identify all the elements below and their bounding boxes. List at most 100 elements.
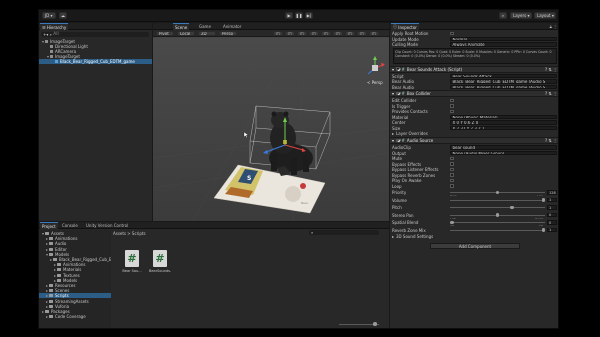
component-menu-icon[interactable]: ? ⇅ ⋮ <box>545 67 557 72</box>
scene-toggle-icon[interactable]: ◫ <box>333 31 343 36</box>
slider-value[interactable]: 1 <box>547 205 557 210</box>
chevron-down-icon[interactable]: ▾ <box>392 138 394 143</box>
field-checkbox[interactable] <box>450 167 454 172</box>
field-checkbox[interactable] <box>450 156 454 161</box>
component-header[interactable]: ▾ # Bear Sounds Attack (Script) ? ⇅ ⋮ <box>390 65 558 73</box>
field-value-box[interactable]: Black_Bear_Rigged_Cub_EDTM_game (Audio S <box>450 84 557 90</box>
tab-hierarchy[interactable]: ☰ Hierarchy <box>40 23 69 30</box>
tab-project[interactable]: Project <box>40 222 58 229</box>
chevron-down-icon[interactable]: ▾ <box>392 67 394 72</box>
search-icon[interactable]: ⌕ <box>499 12 507 19</box>
slider-knob[interactable] <box>510 205 514 210</box>
tab-scene[interactable]: Scene <box>173 23 190 30</box>
slider-value[interactable]: 0 <box>547 212 557 218</box>
slider-knob[interactable] <box>495 213 500 217</box>
tab-animator[interactable]: Animator <box>221 23 243 30</box>
field-value-box[interactable]: None (Physic Material) <box>450 114 557 120</box>
field-checkbox[interactable] <box>450 162 454 166</box>
slider[interactable]: 128HighLow <box>450 190 557 196</box>
scene-viewport[interactable]: S Bear < Persp <box>153 38 389 221</box>
breadcrumb-text[interactable]: Assets > Scripts <box>113 231 146 236</box>
field-value-box[interactable]: Black_Bear_Rigged_Cub_EDTM_game (Audio S <box>450 79 557 84</box>
slider-value[interactable]: 1 <box>547 197 557 203</box>
layers-label: Layers <box>513 13 527 18</box>
csharp-script-icon: # <box>153 250 167 267</box>
step-icon[interactable]: ▶| <box>305 12 313 19</box>
scene-toggle-icon[interactable]: ◫ <box>357 31 367 36</box>
field-value-box[interactable]: None (Audio Mixer Group) <box>450 150 557 156</box>
field-value-box[interactable]: X 0 Y 0.6 Z 0 <box>450 120 557 125</box>
slider-knob[interactable] <box>541 228 545 232</box>
field-checkbox[interactable] <box>450 109 454 114</box>
component-enabled-checkbox[interactable] <box>396 138 400 143</box>
component-menu-icon[interactable]: ? ⇅ ⋮ <box>545 91 557 96</box>
scene-toggle-icon[interactable]: ◫ <box>369 31 379 36</box>
script-asset[interactable]: # BearSounds... <box>149 250 171 278</box>
component-enabled-checkbox[interactable] <box>396 67 400 71</box>
slider[interactable]: 1 <box>450 205 557 210</box>
slider[interactable]: 1 <box>450 197 557 203</box>
tab-game[interactable]: Game <box>197 23 213 30</box>
script-asset[interactable]: # Bear Sou... <box>121 250 143 278</box>
foldout[interactable]: ▸ 3D Sound Settings <box>392 234 557 239</box>
hierarchy-item[interactable]: Black_Bear_Rigged_Cub_EDTM_game <box>39 59 152 64</box>
field-checkbox[interactable] <box>450 31 454 36</box>
scene-toolbar-pivot[interactable]: Pivot <box>156 31 174 36</box>
field-checkbox[interactable] <box>450 173 454 177</box>
zoom-slider-knob[interactable] <box>373 322 377 326</box>
field-value: Black_Bear_Rigged_Cub_EDTM_game (Audio S <box>452 84 546 90</box>
foldout[interactable]: ▸ Layer Overrides <box>392 131 557 136</box>
zoom-slider[interactable] <box>339 322 383 326</box>
field-checkbox[interactable] <box>450 104 454 108</box>
slider[interactable]: 1 <box>450 227 557 233</box>
component-header[interactable]: ▾ # Audio Source ? ⇅ ⋮ <box>390 137 558 144</box>
tab-inspector[interactable]: ⓘ Inspector <box>391 23 419 30</box>
field-checkbox[interactable] <box>450 184 454 188</box>
scene-toggle-icon[interactable]: ◫ <box>321 31 331 36</box>
play-icon[interactable]: ▶ <box>285 12 293 19</box>
layout-dropdown[interactable]: Layout ▾ <box>534 12 556 19</box>
slider-value[interactable]: 0 <box>547 220 557 225</box>
cloud-icon[interactable]: ☁ <box>59 12 67 19</box>
field-dropdown[interactable]: Normal <box>450 36 557 42</box>
target-card-letter: S <box>247 175 251 182</box>
component-header[interactable]: ▾ # Box Collider ? ⇅ ⋮ <box>390 90 558 97</box>
field-label: Provides Contacts <box>392 109 428 114</box>
scene-toolbar-2d[interactable]: 2D <box>198 31 216 36</box>
scene-toggle-icon[interactable]: ◫ <box>345 31 355 36</box>
field-dropdown[interactable]: Always Animate <box>450 42 557 47</box>
project-search-input[interactable]: ⌕ <box>309 230 379 235</box>
component-enabled-checkbox[interactable] <box>396 91 400 96</box>
scene-toggle-icon[interactable]: ◫ <box>309 31 319 36</box>
lock-icon[interactable]: 🔒︎ ⋮ <box>550 24 557 29</box>
slider[interactable]: 0LeftRight <box>450 212 557 219</box>
field-checkbox[interactable] <box>450 98 454 103</box>
field-value-box[interactable]: X 2.37 Y 2.3 Z 1 <box>450 125 557 131</box>
slider-value[interactable]: 128 <box>547 190 557 195</box>
component-icon: # <box>401 91 405 96</box>
folder-item[interactable]: ▸ Code Coverage <box>39 314 111 319</box>
field-checkbox[interactable] <box>450 178 454 183</box>
slider-knob[interactable] <box>495 190 500 195</box>
add-component-button[interactable]: Add Component <box>430 243 520 249</box>
layers-dropdown[interactable]: Layers ▾ <box>510 12 532 19</box>
slider[interactable]: 02D3D <box>450 220 557 226</box>
field-value-box[interactable]: Bear Sounds Attack <box>450 73 557 79</box>
scene-toolbar-persp[interactable]: Persp <box>219 31 237 36</box>
scene-toggle-icon[interactable]: ◫ <box>273 31 283 36</box>
slider-value[interactable]: 1 <box>547 227 557 233</box>
field-value-box[interactable]: bear sound <box>450 145 557 150</box>
account-dropdown[interactable]: JD ▾ <box>42 12 56 19</box>
slider-knob[interactable] <box>541 198 545 202</box>
tab-console[interactable]: Console <box>60 222 80 229</box>
scene-toggle-icon[interactable]: ◫ <box>285 31 295 36</box>
persp-label[interactable]: < Persp <box>367 80 383 85</box>
scene-toolbar-local[interactable]: Local <box>177 31 195 36</box>
scene-toggle-icon[interactable]: ◫ <box>297 31 307 36</box>
tab-unity-version-control[interactable]: Unity Version Control <box>84 222 130 229</box>
pause-icon[interactable]: ❚❚ <box>295 12 303 19</box>
hierarchy-panel: ☰ Hierarchy +▾ ⌕ All ▾ ImageTarget Directi… <box>39 23 152 221</box>
component-menu-icon[interactable]: ? ⇅ ⋮ <box>545 138 557 143</box>
hierarchy-search-input[interactable]: +▾ ⌕ All <box>41 32 149 37</box>
chevron-down-icon[interactable]: ▾ <box>392 91 394 96</box>
